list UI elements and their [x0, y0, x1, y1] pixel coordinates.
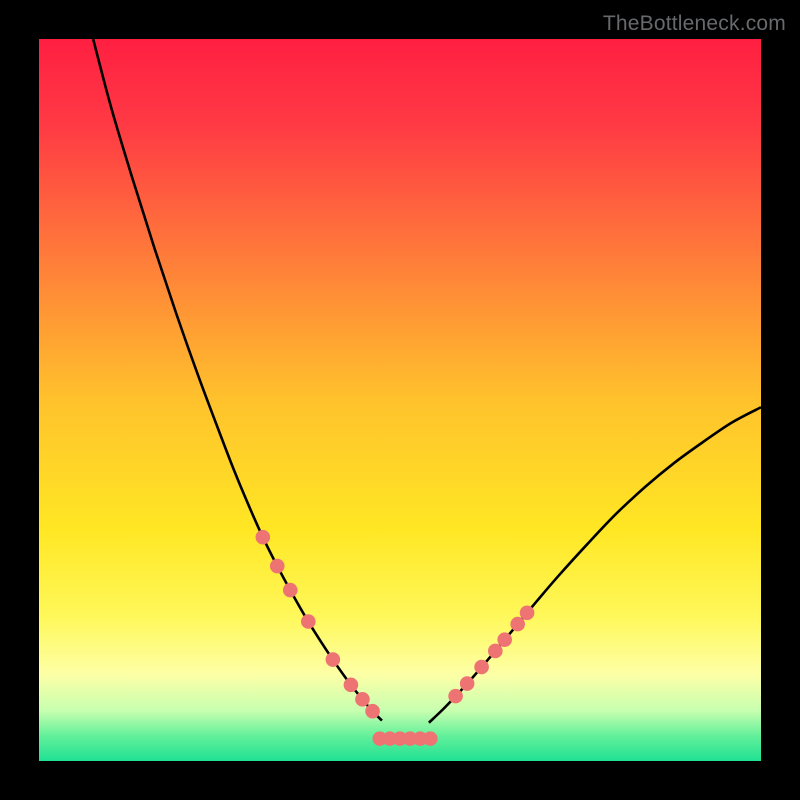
- curve-marker: [497, 632, 512, 647]
- curve-marker: [520, 606, 535, 621]
- curve-marker: [256, 530, 271, 545]
- curve-marker: [283, 583, 298, 598]
- gradient-background: [39, 39, 761, 761]
- curve-marker: [301, 614, 316, 629]
- chart-plot: [39, 39, 761, 761]
- bottom-marker-band: [372, 731, 437, 746]
- curve-marker: [488, 644, 503, 659]
- chart-stage: TheBottleneck.com: [0, 0, 800, 800]
- curve-marker: [355, 692, 370, 707]
- curve-marker: [344, 678, 359, 693]
- curve-marker: [365, 704, 380, 719]
- curve-marker: [326, 652, 341, 667]
- curve-marker: [474, 660, 489, 675]
- watermark-text: TheBottleneck.com: [603, 12, 786, 36]
- curve-marker: [460, 676, 475, 691]
- curve-marker: [448, 689, 463, 704]
- curve-marker: [510, 617, 525, 632]
- bottom-band-marker: [423, 731, 438, 746]
- curve-marker: [270, 559, 285, 574]
